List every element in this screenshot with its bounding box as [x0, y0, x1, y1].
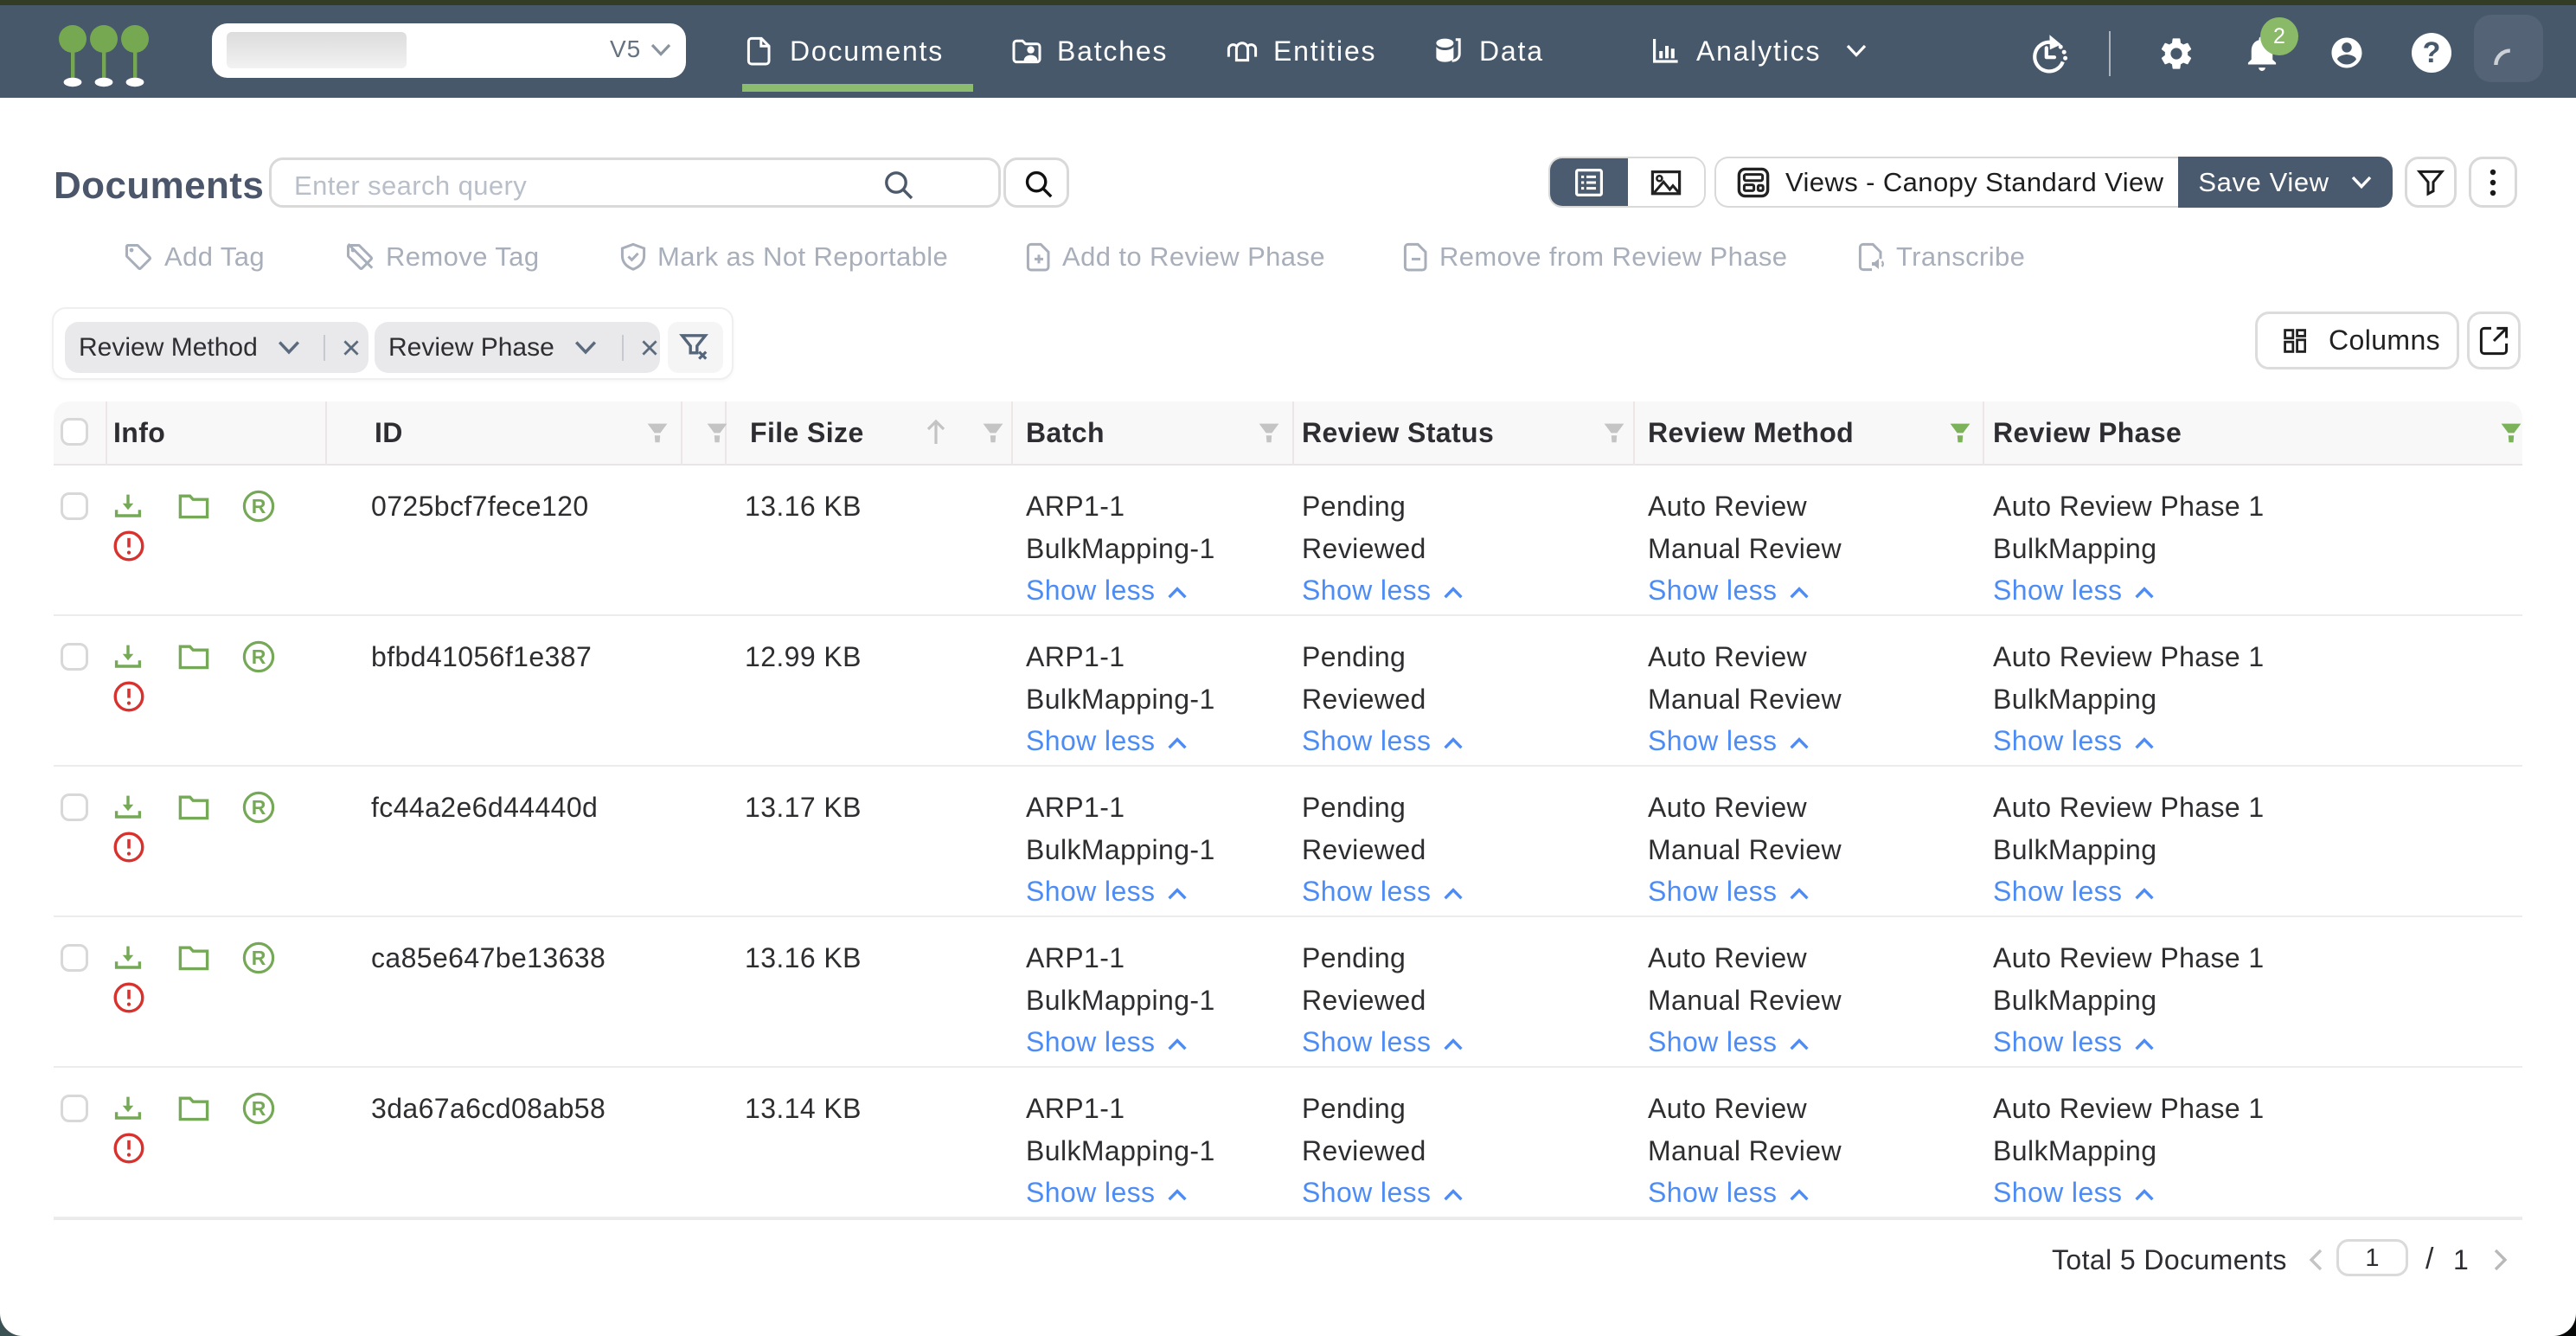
- svg-text:R: R: [252, 947, 266, 969]
- svg-text:R: R: [252, 1097, 266, 1120]
- svg-text:R: R: [252, 796, 266, 819]
- svg-text:R: R: [252, 495, 266, 517]
- svg-text:R: R: [252, 646, 266, 668]
